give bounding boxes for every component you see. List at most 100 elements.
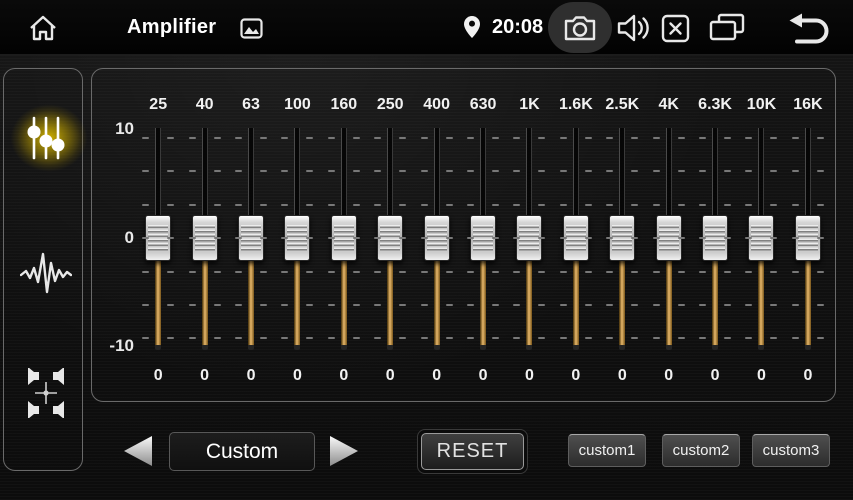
scale-tick: [353, 204, 360, 206]
eq-bands: 25 0 40 0 63 0 100: [135, 69, 831, 403]
scale-tick: [792, 170, 799, 172]
scale-tick: [585, 170, 592, 172]
scale-tick: [745, 304, 752, 306]
scale-tick: [189, 137, 196, 139]
scale-tick: [467, 304, 474, 306]
scale-label-plus10: 10: [98, 119, 134, 139]
scale-tick: [306, 304, 313, 306]
scale-tick: [606, 271, 613, 273]
scale-tick: [699, 271, 706, 273]
scale-tick: [724, 304, 731, 306]
sidebar-item-equalizer[interactable]: [18, 110, 74, 166]
scale-tick: [421, 304, 428, 306]
scale-tick: [281, 337, 288, 339]
scale-tick: [467, 204, 474, 206]
band-frequency-label: 10K: [738, 96, 784, 114]
scale-tick: [513, 304, 520, 306]
scale-tick: [214, 304, 221, 306]
scale-tick: [817, 170, 824, 172]
scale-tick: [353, 137, 360, 139]
band-track-end: [248, 345, 254, 350]
image-icon[interactable]: [239, 17, 263, 39]
scale-tick: [142, 237, 149, 239]
scale-tick: [421, 271, 428, 273]
scale-tick: [792, 204, 799, 206]
band-track-end: [294, 345, 300, 350]
scale-tick: [538, 204, 545, 206]
scale-tick: [678, 337, 685, 339]
camera-button[interactable]: [548, 2, 612, 53]
scale-tick: [585, 337, 592, 339]
scale-tick: [306, 237, 313, 239]
eq-band: 2.5K 0: [599, 69, 645, 403]
band-frequency-label: 25: [135, 96, 181, 114]
scale-tick: [328, 304, 335, 306]
band-frequency-label: 160: [321, 96, 367, 114]
preset-custom3-button[interactable]: custom3: [752, 434, 830, 467]
sidebar-item-sound-effects[interactable]: [18, 245, 74, 301]
volume-icon[interactable]: [616, 13, 652, 43]
scale-tick: [631, 204, 638, 206]
scale-tick: [189, 271, 196, 273]
close-window-icon[interactable]: [660, 13, 690, 43]
preset-prev-button[interactable]: [122, 434, 154, 468]
scale-tick: [631, 271, 638, 273]
reset-button[interactable]: RESET: [421, 433, 524, 470]
eq-band: 160 0: [321, 69, 367, 403]
scale-tick: [306, 271, 313, 273]
scale-tick: [306, 137, 313, 139]
scale-tick: [281, 137, 288, 139]
scale-tick: [467, 337, 474, 339]
scale-tick: [560, 137, 567, 139]
status-bar: Amplifier 20:08: [0, 0, 853, 55]
band-track-end: [758, 345, 764, 350]
scale-tick: [606, 304, 613, 306]
scale-tick: [374, 204, 381, 206]
scale-tick: [306, 337, 313, 339]
scale-tick: [260, 237, 267, 239]
scale-tick: [724, 271, 731, 273]
scale-tick: [492, 237, 499, 239]
scale-tick: [328, 337, 335, 339]
scale-tick: [585, 137, 592, 139]
preset-custom2-button[interactable]: custom2: [662, 434, 740, 467]
scale-tick: [653, 304, 660, 306]
band-value-label: 0: [367, 367, 413, 385]
scale-tick: [631, 337, 638, 339]
recent-apps-icon[interactable]: [707, 13, 747, 43]
band-track-end: [666, 345, 672, 350]
band-value-label: 0: [228, 367, 274, 385]
scale-tick: [606, 337, 613, 339]
sidebar-item-balance-fader[interactable]: [18, 365, 74, 421]
scale-tick: [585, 271, 592, 273]
waveform-icon: [20, 251, 72, 295]
eq-band: 63 0: [228, 69, 274, 403]
preset-next-button[interactable]: [328, 434, 360, 468]
eq-band: 4K 0: [645, 69, 691, 403]
scale-tick: [745, 170, 752, 172]
back-icon[interactable]: [786, 12, 832, 44]
scale-tick: [560, 237, 567, 239]
scale-tick: [374, 237, 381, 239]
band-track-end: [619, 345, 625, 350]
band-value-label: 0: [413, 367, 459, 385]
amplifier-screen: Amplifier 20:08: [0, 0, 853, 500]
scale-tick: [328, 271, 335, 273]
scale-tick: [281, 170, 288, 172]
home-icon[interactable]: [27, 12, 59, 44]
eq-band: 1.6K 0: [553, 69, 599, 403]
scale-tick: [513, 137, 520, 139]
scale-tick: [374, 137, 381, 139]
band-frequency-label: 1.6K: [553, 96, 599, 114]
preset-custom1-button[interactable]: custom1: [568, 434, 646, 467]
scale-tick: [446, 170, 453, 172]
scale-tick: [817, 337, 824, 339]
preset-display[interactable]: Custom: [169, 432, 315, 471]
scale-tick: [189, 170, 196, 172]
scale-tick: [142, 271, 149, 273]
scale-tick: [606, 237, 613, 239]
scale-tick: [374, 337, 381, 339]
band-track-end: [387, 345, 393, 350]
scale-tick: [167, 271, 174, 273]
scale-tick: [492, 170, 499, 172]
